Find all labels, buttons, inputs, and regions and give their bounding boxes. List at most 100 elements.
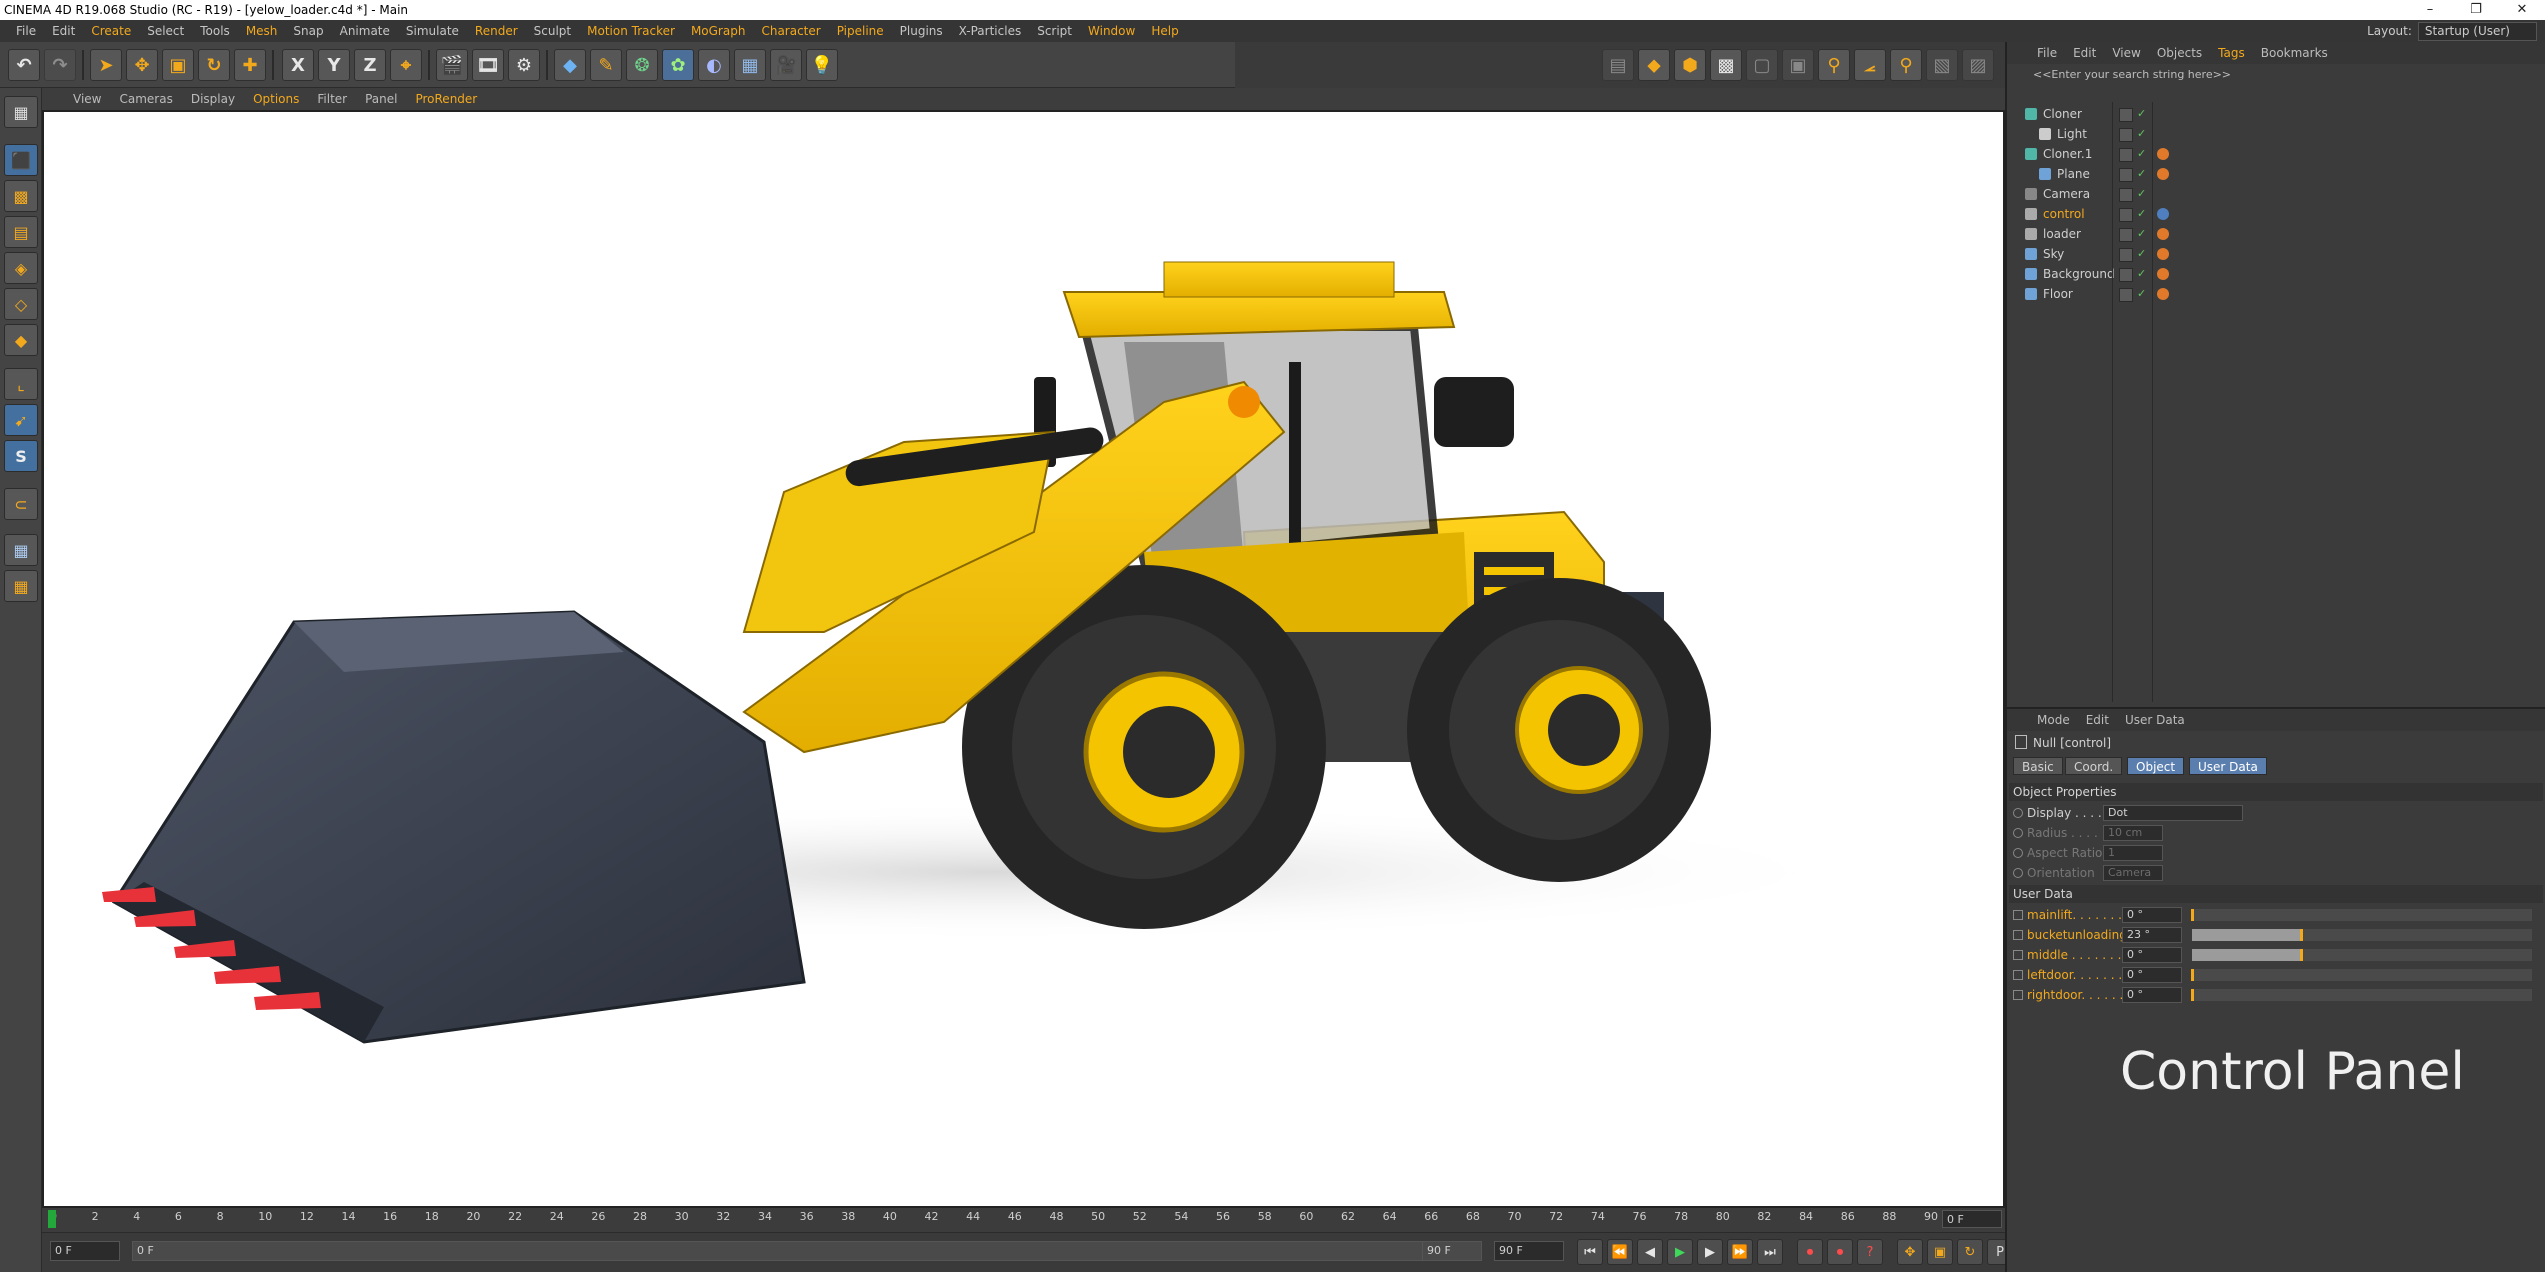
- slider-knob[interactable]: [2299, 929, 2303, 941]
- object-menu-view[interactable]: View: [2104, 46, 2148, 60]
- layer-swatch[interactable]: [2119, 268, 2133, 282]
- light-icon[interactable]: 💡: [806, 49, 838, 81]
- layer-swatch[interactable]: [2119, 148, 2133, 162]
- deformer-icon[interactable]: ◐: [698, 49, 730, 81]
- current-frame-field[interactable]: 0 F: [1942, 1210, 2002, 1228]
- viewport-menu-cameras[interactable]: Cameras: [110, 92, 181, 106]
- menu-snap[interactable]: Snap: [285, 24, 331, 38]
- object-row-cloner-1[interactable]: Cloner.1 ✓: [2007, 144, 2545, 164]
- menu-window[interactable]: Window: [1080, 24, 1143, 38]
- rotate-icon[interactable]: ↻: [198, 49, 230, 81]
- layer-swatch[interactable]: [2119, 108, 2133, 122]
- snap-icon[interactable]: ⦟: [1854, 49, 1886, 81]
- menu-simulate[interactable]: Simulate: [398, 24, 467, 38]
- menu-mesh[interactable]: Mesh: [238, 24, 286, 38]
- viewport-menu-view[interactable]: View: [64, 92, 110, 106]
- viewport-menu-prorender[interactable]: ProRender: [406, 92, 486, 106]
- radio-icon[interactable]: [2013, 828, 2023, 838]
- layer-swatch[interactable]: [2119, 168, 2133, 182]
- object-row-background[interactable]: Background ✓: [2007, 264, 2545, 284]
- object-menu-file[interactable]: File: [2029, 46, 2065, 60]
- quantize-icon[interactable]: ⚲: [1890, 49, 1922, 81]
- tab-user-data[interactable]: User Data: [2189, 757, 2267, 775]
- menu-character[interactable]: Character: [753, 24, 828, 38]
- object-row-floor[interactable]: Floor ✓: [2007, 284, 2545, 304]
- keyframe-toggle-icon[interactable]: [2013, 930, 2023, 940]
- menu-render[interactable]: Render: [467, 24, 526, 38]
- object-menu-bookmarks[interactable]: Bookmarks: [2253, 46, 2336, 60]
- make-editable-icon[interactable]: ▦: [4, 96, 38, 128]
- workplane-icon[interactable]: ▤: [1602, 49, 1634, 81]
- object-row-light[interactable]: Light ✓: [2007, 124, 2545, 144]
- user-data-slider[interactable]: [2191, 969, 2532, 981]
- viewport[interactable]: [42, 110, 2005, 1208]
- previous-frame-icon[interactable]: ◀: [1637, 1239, 1663, 1265]
- tag-icon[interactable]: [2157, 168, 2169, 180]
- workplane-tool-icon[interactable]: ▤: [4, 216, 38, 248]
- user-data-value[interactable]: 0 °: [2122, 947, 2182, 963]
- layer-swatch[interactable]: [2119, 208, 2133, 222]
- axis-tool-icon[interactable]: ⌞: [4, 368, 38, 400]
- key-rotation-icon[interactable]: ↻: [1957, 1239, 1983, 1265]
- select-arrow-icon[interactable]: ➤: [90, 49, 122, 81]
- menu-animate[interactable]: Animate: [332, 24, 398, 38]
- slider-knob[interactable]: [2191, 989, 2194, 1001]
- menu-plugins[interactable]: Plugins: [892, 24, 951, 38]
- snap-magnet-icon[interactable]: ⊂: [4, 488, 38, 520]
- visibility-check-icon[interactable]: ✓: [2137, 184, 2146, 204]
- slider-knob[interactable]: [2299, 949, 2303, 961]
- user-data-value[interactable]: 0 °: [2122, 907, 2182, 923]
- menu-script[interactable]: Script: [1029, 24, 1080, 38]
- axis-mode-icon[interactable]: ⚲: [1818, 49, 1850, 81]
- preview-range-slider[interactable]: 0 F: [132, 1241, 1482, 1261]
- viewport-menu-filter[interactable]: Filter: [308, 92, 356, 106]
- undo-icon[interactable]: ↶: [8, 49, 40, 81]
- keyframe-toggle-icon[interactable]: [2013, 990, 2023, 1000]
- keyframe-toggle-icon[interactable]: [2013, 910, 2023, 920]
- viewport-menu-panel[interactable]: Panel: [356, 92, 406, 106]
- tag-icon[interactable]: [2157, 228, 2169, 240]
- move-icon[interactable]: ✥: [126, 49, 158, 81]
- layout-selector[interactable]: Layout: Startup (User): [2367, 20, 2537, 42]
- menu-help[interactable]: Help: [1143, 24, 1186, 38]
- user-data-slider[interactable]: [2191, 909, 2532, 921]
- points-mode-icon[interactable]: ⬥: [1638, 49, 1670, 81]
- menu-select[interactable]: Select: [139, 24, 192, 38]
- render-picture-viewer-icon[interactable]: 🎞: [472, 49, 504, 81]
- menu-edit[interactable]: Edit: [44, 24, 83, 38]
- checker-texture-icon[interactable]: ▩: [1710, 49, 1742, 81]
- menu-file[interactable]: File: [8, 24, 44, 38]
- object-row-camera[interactable]: Camera ✓: [2007, 184, 2545, 204]
- keyframe-selection-icon[interactable]: ?: [1857, 1239, 1883, 1265]
- workplane-lock-icon[interactable]: ▦: [4, 534, 38, 566]
- maximize-button[interactable]: ❐: [2453, 0, 2499, 20]
- y-axis-lock-button[interactable]: Y: [318, 49, 350, 81]
- layer-swatch[interactable]: [2119, 188, 2133, 202]
- end-frame-field[interactable]: 90 F: [1494, 1241, 1564, 1261]
- tag-icon[interactable]: [2157, 268, 2169, 280]
- visibility-check-icon[interactable]: ✓: [2137, 284, 2146, 304]
- viewport-menu-display[interactable]: Display: [182, 92, 244, 106]
- cube-icon[interactable]: ◆: [554, 49, 586, 81]
- radio-icon[interactable]: [2013, 848, 2023, 858]
- solo-button[interactable]: S: [4, 440, 38, 472]
- next-frame-icon[interactable]: ▶: [1697, 1239, 1723, 1265]
- cloner-icon[interactable]: ✿: [662, 49, 694, 81]
- object-menu-tags[interactable]: Tags: [2210, 46, 2253, 60]
- property-value[interactable]: Camera: [2103, 865, 2163, 881]
- model-tool-icon[interactable]: ⬛: [4, 144, 38, 176]
- visibility-check-icon[interactable]: ✓: [2137, 164, 2146, 184]
- menu-motion-tracker[interactable]: Motion Tracker: [579, 24, 683, 38]
- object-row-plane[interactable]: Plane ✓: [2007, 164, 2545, 184]
- render-view-icon[interactable]: 🎬: [436, 49, 468, 81]
- user-data-value[interactable]: 0 °: [2122, 987, 2182, 1003]
- slider-knob[interactable]: [2191, 969, 2194, 981]
- visibility-check-icon[interactable]: ✓: [2137, 244, 2146, 264]
- preview-end-field[interactable]: 90 F: [1422, 1241, 1482, 1261]
- subdivision-icon[interactable]: ❂: [626, 49, 658, 81]
- pen-icon[interactable]: ✎: [590, 49, 622, 81]
- user-data-value[interactable]: 23 °: [2122, 927, 2182, 943]
- previous-key-icon[interactable]: ⏪: [1607, 1239, 1633, 1265]
- object-row-sky[interactable]: Sky ✓: [2007, 244, 2545, 264]
- key-position-icon[interactable]: ✥: [1897, 1239, 1923, 1265]
